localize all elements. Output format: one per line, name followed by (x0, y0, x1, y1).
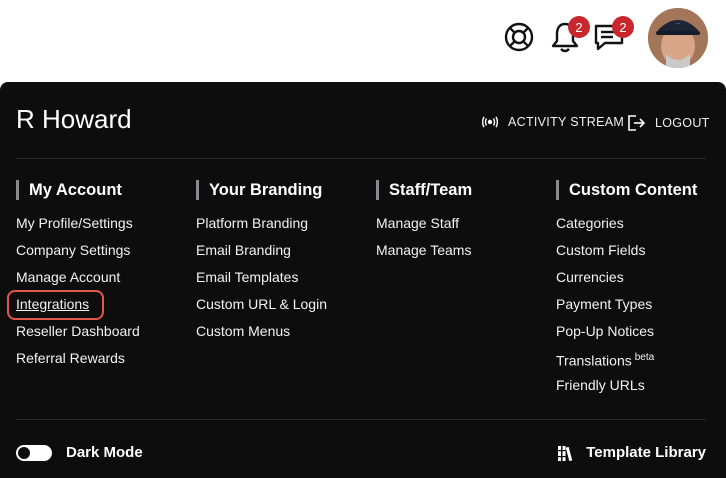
menu-item-manage-staff[interactable]: Manage Staff (376, 214, 551, 241)
column-your-branding: Your Branding Platform Branding Email Br… (196, 180, 371, 349)
column-title: Staff/Team (376, 180, 551, 200)
column-title: Custom Content (556, 180, 726, 200)
column-title: Your Branding (196, 180, 371, 200)
broadcast-icon (482, 116, 498, 128)
notifications-button[interactable]: 2 (546, 16, 590, 56)
menu-item-integrations-label: Integrations (16, 296, 90, 312)
menu-item-platform-branding[interactable]: Platform Branding (196, 214, 371, 241)
menu-item-currencies[interactable]: Currencies (556, 268, 726, 295)
notifications-count-badge: 2 (568, 16, 590, 38)
logout-label: LOGOUT (655, 116, 710, 130)
menu-item-pop-up-notices[interactable]: Pop-Up Notices (556, 322, 726, 349)
menu-item-referral-rewards[interactable]: Referral Rewards (16, 349, 191, 376)
menu-item-reseller-dashboard[interactable]: Reseller Dashboard (16, 322, 191, 349)
menu-item-manage-teams[interactable]: Manage Teams (376, 241, 551, 268)
menu-item-email-branding[interactable]: Email Branding (196, 241, 371, 268)
menu-item-integrations[interactable]: Integrations (7, 290, 191, 322)
account-menu-panel: R Howard ACTIVITY STREAM LOGOUT My Accou… (0, 82, 726, 478)
top-bar: 2 2 ∙∙∙ (0, 0, 726, 82)
column-staff-team: Staff/Team Manage Staff Manage Teams (376, 180, 551, 268)
menu-item-custom-url-login[interactable]: Custom URL & Login (196, 295, 371, 322)
header-divider (16, 158, 706, 159)
footer-divider (16, 419, 706, 420)
menu-item-custom-fields[interactable]: Custom Fields (556, 241, 726, 268)
library-icon (558, 445, 573, 461)
template-library-button[interactable]: Template Library (558, 444, 706, 461)
menu-item-manage-account[interactable]: Manage Account (16, 268, 191, 295)
menu-item-payment-types[interactable]: Payment Types (556, 295, 726, 322)
menu-item-categories[interactable]: Categories (556, 214, 726, 241)
menu-item-friendly-urls[interactable]: Friendly URLs (556, 376, 726, 403)
activity-stream-label: ACTIVITY STREAM (508, 115, 625, 129)
column-my-account: My Account My Profile/Settings Company S… (7, 180, 191, 376)
activity-stream-button[interactable]: ACTIVITY STREAM (482, 115, 624, 129)
template-library-label: Template Library (586, 444, 706, 461)
help-button[interactable] (500, 18, 538, 56)
user-name: R Howard (16, 104, 132, 134)
logout-button[interactable]: LOGOUT (628, 115, 710, 131)
menu-item-translations-label: Translations (556, 352, 632, 369)
dark-mode-label: Dark Mode (66, 444, 143, 461)
menu-item-company-settings[interactable]: Company Settings (16, 241, 191, 268)
menu-item-my-profile-settings[interactable]: My Profile/Settings (16, 214, 191, 241)
svg-text:∙∙∙: ∙∙∙ (676, 21, 680, 27)
menu-item-custom-menus[interactable]: Custom Menus (196, 322, 371, 349)
menu-item-translations[interactable]: Translations beta (556, 349, 726, 376)
menu-item-email-templates[interactable]: Email Templates (196, 268, 371, 295)
column-title: My Account (16, 180, 191, 200)
logout-icon (628, 115, 645, 131)
messages-count-badge: 2 (612, 16, 634, 38)
dark-mode-toggle[interactable]: Dark Mode (16, 444, 143, 461)
lifebuoy-icon (504, 22, 534, 52)
beta-badge: beta (634, 352, 655, 363)
toggle-switch[interactable] (16, 444, 52, 461)
user-avatar[interactable]: ∙∙∙ (648, 8, 708, 68)
messages-button[interactable]: 2 (590, 16, 634, 56)
column-custom-content: Custom Content Categories Custom Fields … (556, 180, 726, 403)
